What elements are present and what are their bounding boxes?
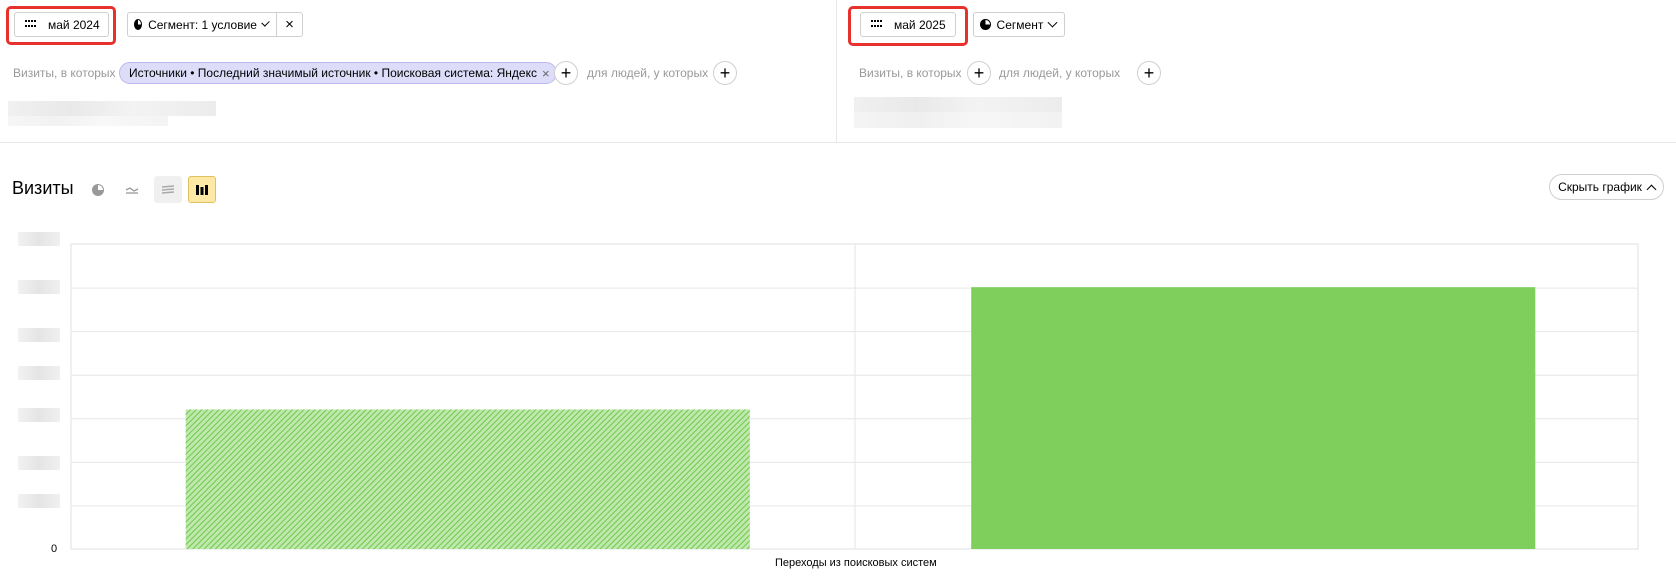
bar-chart <box>70 243 1639 550</box>
bar-period-1[interactable] <box>185 409 750 549</box>
x-category-label: Переходы из поисковых систем <box>775 557 937 569</box>
bar-period-2[interactable] <box>971 287 1536 549</box>
